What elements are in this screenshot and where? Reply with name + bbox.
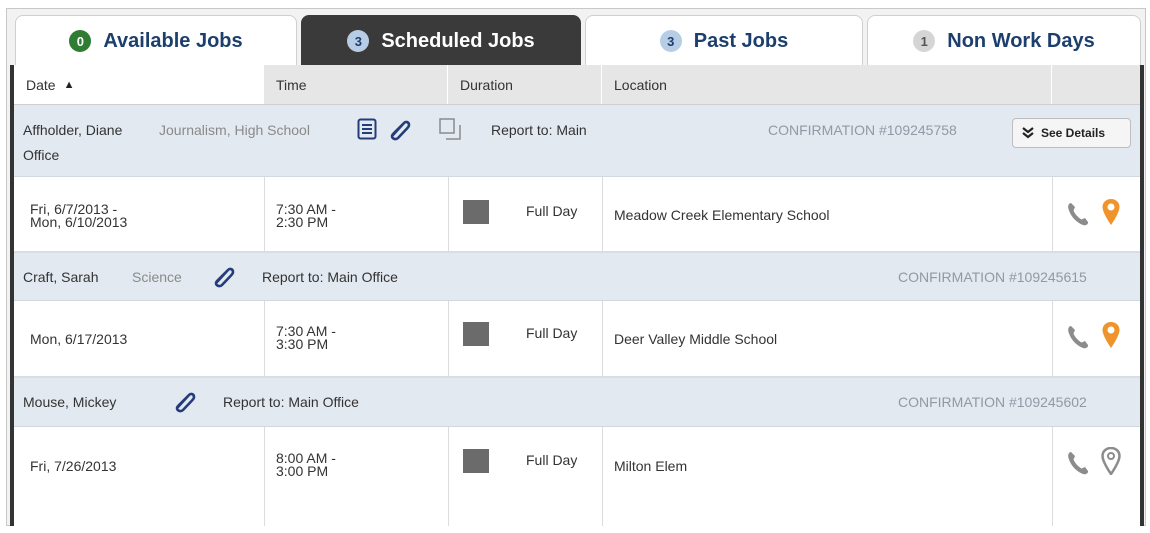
location-pin-icon[interactable] [1101,198,1121,226]
job-group-header: Affholder, Diane Journalism, High School [14,105,1140,177]
job-row[interactable]: Fri, 6/7/2013 - Mon, 6/10/2013 7:30 AM -… [14,177,1140,253]
tab-label: Available Jobs [103,29,243,52]
see-details-label: See Details [1041,126,1106,140]
column-label: Date [26,76,56,93]
job-duration: Full Day [526,203,578,219]
job-location: Deer Valley Middle School [614,331,778,347]
tab-bar: 0 Available Jobs 3 Scheduled Jobs 3 Past… [7,9,1147,66]
duration-indicator [463,200,489,224]
tab-past-jobs[interactable]: 3 Past Jobs [585,15,863,66]
column-divider [1052,177,1053,251]
scheduled-jobs-count-badge: 3 [347,30,370,52]
available-jobs-count-badge: 0 [69,30,92,52]
location-pin-icon[interactable] [1101,321,1121,349]
job-duration: Full Day [526,325,578,341]
teacher-name: Mouse, Mickey [23,394,117,410]
job-group-header: Craft, Sarah Science Report to: Main Off… [14,253,1140,301]
column-label: Duration [460,76,513,93]
column-divider [264,177,265,251]
double-chevron-down-icon [1021,126,1035,140]
job-date: Fri, 7/26/2013 [30,458,117,474]
job-subject: Journalism, High School [159,122,310,138]
confirmation-number: CONFIRMATION #109245758 [768,122,957,138]
non-work-days-count-badge: 1 [913,30,936,52]
sort-ascending-icon: ▲ [63,78,75,91]
column-divider [264,301,265,376]
column-divider [1052,301,1053,376]
report-to: Report to: Main [491,122,587,138]
scheduled-jobs-table: Date ▲ Time Duration Location Affholder,… [10,65,1144,526]
phone-icon[interactable] [1066,450,1090,476]
tab-non-work-days[interactable]: 1 Non Work Days [867,15,1141,66]
column-header-date[interactable]: Date ▲ [14,65,264,104]
jobs-panel: 0 Available Jobs 3 Scheduled Jobs 3 Past… [6,8,1146,526]
column-divider [448,301,449,376]
column-divider [602,301,603,376]
location-pin-icon[interactable] [1101,447,1121,475]
table-header: Date ▲ Time Duration Location [14,65,1140,105]
tab-label: Scheduled Jobs [381,29,535,52]
confirmation-number: CONFIRMATION #109245602 [898,394,1087,410]
job-date-end: Mon, 6/10/2013 [30,214,128,230]
column-label: Location [614,76,667,93]
confirmation-number: CONFIRMATION #109245615 [898,269,1087,285]
job-date: Mon, 6/17/2013 [30,331,128,347]
see-details-button[interactable]: See Details [1012,118,1131,148]
column-divider [448,177,449,251]
column-divider [602,427,603,526]
column-header-location[interactable]: Location [602,65,1052,104]
job-time-end: 3:00 PM [276,463,329,479]
column-label: Time [276,76,307,93]
job-time-end: 2:30 PM [276,214,329,230]
teacher-name: Affholder, Diane [23,122,123,138]
attachment-icon[interactable] [387,117,413,141]
job-row[interactable]: Mon, 6/17/2013 7:30 AM - 3:30 PM Full Da… [14,301,1140,378]
attachment-icon[interactable] [211,264,237,288]
column-header-duration[interactable]: Duration [448,65,602,104]
tab-label: Non Work Days [947,29,1095,52]
report-to: Report to: Main Office [223,394,359,410]
phone-icon[interactable] [1066,201,1090,227]
copy-icon[interactable] [439,118,461,140]
report-to: Report to: Main Office [262,269,398,285]
phone-icon[interactable] [1066,324,1090,350]
report-to-continued: Office [23,147,60,163]
tab-scheduled-jobs[interactable]: 3 Scheduled Jobs [301,15,581,66]
tab-label: Past Jobs [693,29,789,52]
job-duration: Full Day [526,452,578,468]
tab-available-jobs[interactable]: 0 Available Jobs [15,15,297,66]
teacher-name: Craft, Sarah [23,269,99,285]
attachment-icon[interactable] [172,389,198,413]
column-divider [602,177,603,251]
job-group-header: Mouse, Mickey Report to: Main Office CON… [14,378,1140,427]
column-header-actions [1052,65,1140,104]
past-jobs-count-badge: 3 [659,30,682,52]
job-time-end: 3:30 PM [276,336,329,352]
job-row[interactable]: Fri, 7/26/2013 8:00 AM - 3:00 PM Full Da… [14,427,1140,526]
job-location: Milton Elem [614,458,688,474]
column-header-time[interactable]: Time [264,65,448,104]
column-divider [1052,427,1053,526]
column-divider [264,427,265,526]
duration-indicator [463,322,489,346]
duration-indicator [463,449,489,473]
column-divider [448,427,449,526]
job-location: Meadow Creek Elementary School [614,207,830,223]
notes-icon[interactable] [357,118,377,140]
job-subject: Science [132,269,182,285]
